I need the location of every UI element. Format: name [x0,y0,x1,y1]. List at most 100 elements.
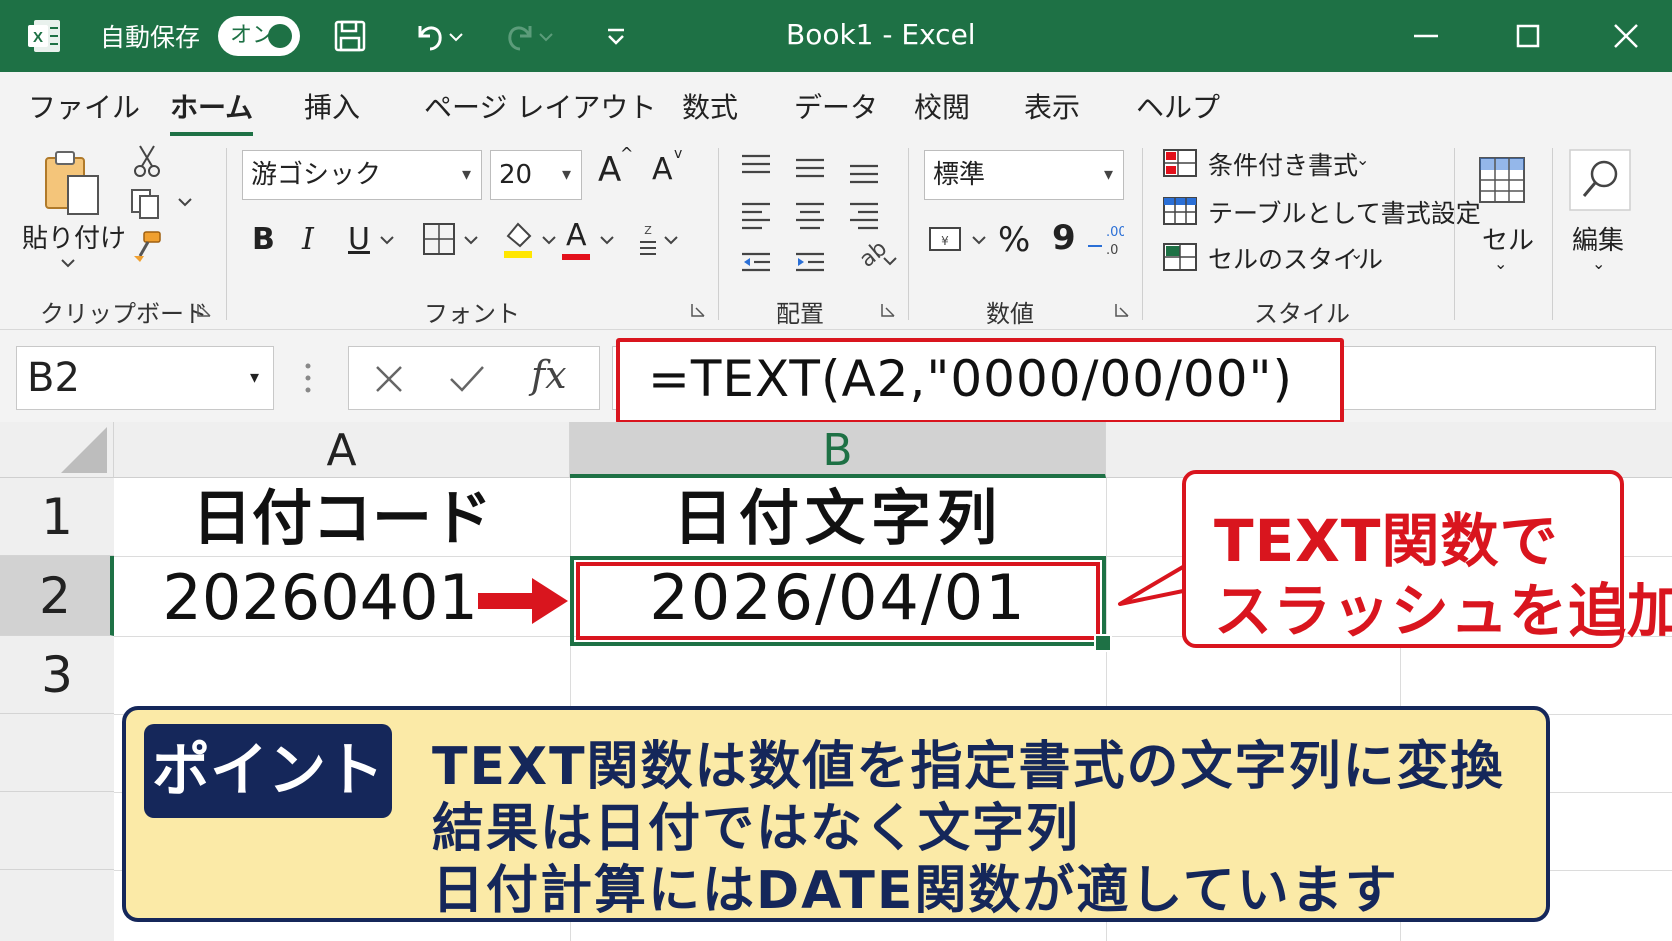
font-color-button[interactable]: A [566,218,587,253]
chevron-down-icon: ⌄ [1350,244,1364,263]
number-launcher-icon[interactable] [1114,302,1130,318]
percent-button[interactable]: % [998,220,1030,260]
minimize-icon[interactable] [1404,14,1448,58]
cancel-entry-icon[interactable] [371,361,407,397]
accounting-dropdown-icon[interactable] [970,234,988,248]
point-badge: ポイント [144,724,392,818]
row-header-4[interactable] [0,714,114,792]
accounting-format-icon[interactable]: ¥ [928,224,964,254]
tab-help[interactable]: ヘルプ [1136,86,1220,126]
fill-color-dropdown-icon[interactable] [540,234,558,248]
alignment-launcher-icon[interactable] [880,302,896,318]
close-icon[interactable] [1604,14,1648,58]
cells-icon[interactable] [1472,150,1532,210]
formula-text[interactable]: =TEXT(A2,"0000/00/00") [648,350,1293,408]
point-box: ポイント TEXT関数は数値を指定書式の文字列に変換 結果は日付ではなく文字列 … [122,706,1550,922]
name-box[interactable]: B2 ▾ [16,346,274,410]
select-all-button[interactable] [0,422,114,478]
maximize-icon[interactable] [1506,14,1550,58]
tab-formulas[interactable]: 数式 [682,86,738,126]
cell-b1[interactable]: 日付文字列 [570,482,1106,556]
italic-button[interactable]: I [302,222,314,257]
font-size-combo[interactable]: 20 ▾ [490,150,582,200]
row-header-5[interactable] [0,792,114,870]
cell-styles-icon[interactable] [1162,242,1198,272]
chevron-down-icon: ⌄ [1494,254,1508,273]
paste-icon[interactable] [40,148,104,218]
autosave-toggle[interactable]: オン [218,16,300,56]
tab-insert[interactable]: 挿入 [304,86,360,126]
styles-group-label: スタイル [1254,300,1350,328]
grow-font-caret-icon: ^ [620,144,634,163]
tab-view[interactable]: 表示 [1024,86,1080,126]
shrink-font-caret-icon: v [674,146,683,162]
borders-dropdown-icon[interactable] [462,234,480,248]
column-header-b[interactable]: B [570,422,1106,478]
fill-handle[interactable] [1094,634,1112,652]
paste-dropdown-icon[interactable] [58,256,78,272]
conditional-formatting-icon[interactable] [1162,148,1198,178]
phonetic-dropdown-icon[interactable] [662,234,680,248]
row-header-3[interactable]: 3 [0,636,114,714]
editing-button[interactable]: 編集 [1572,220,1624,257]
bold-button[interactable]: B [252,222,275,257]
title-bar: X 自動保存 オン Book1 - Excel [0,0,1672,72]
tab-file[interactable]: ファイル [28,86,140,126]
cell-a2[interactable]: 20260401 [114,556,484,636]
copy-icon[interactable] [128,186,164,222]
cell-a1[interactable]: 日付コード [114,482,570,556]
confirm-entry-icon[interactable] [447,361,487,397]
search-icon[interactable] [1568,148,1632,212]
row-header-6[interactable] [0,870,114,941]
font-color-dropdown-icon[interactable] [598,234,616,248]
increase-decimal-icon[interactable]: .00 .0 [1084,220,1124,260]
customize-toolbar-icon[interactable] [596,16,636,56]
font-launcher-icon[interactable] [690,302,706,318]
active-cell-highlight [576,562,1100,640]
svg-text:.0: .0 [1106,243,1118,258]
undo-dropdown-icon[interactable] [446,16,466,56]
row-header-1[interactable]: 1 [0,478,114,556]
underline-dropdown-icon[interactable] [378,234,396,248]
shrink-font-button[interactable]: A [652,152,673,187]
autosave-label: 自動保存 [100,23,201,52]
svg-text:X: X [33,29,43,46]
insert-function-button[interactable]: fx [531,353,567,397]
cells-button[interactable]: セル [1482,220,1534,257]
name-box-value: B2 [27,355,80,401]
grow-font-button[interactable]: A [598,150,621,190]
ribbon: 貼り付け クリップボード 游ゴシック ▾ 20 ▾ A ^ A v B I U [0,138,1672,330]
tab-data[interactable]: データ [794,86,878,126]
number-format-value: 標準 [933,160,986,190]
number-format-combo[interactable]: 標準 ▾ [924,150,1124,200]
tab-review[interactable]: 校閲 [914,86,970,126]
redo-icon[interactable] [500,16,540,56]
font-name-combo[interactable]: 游ゴシック ▾ [242,150,482,200]
row-header-2[interactable]: 2 [0,556,114,636]
chevron-down-icon: ▾ [249,367,259,388]
underline-button[interactable]: U [348,222,370,257]
tab-page-layout[interactable]: ページ レイアウト [424,86,656,126]
comma-style-button[interactable]: 9 [1052,218,1076,258]
format-as-table-button[interactable]: テーブルとして書式設定 [1208,194,1481,230]
fill-color-icon[interactable] [500,218,536,260]
chevron-down-icon: ▾ [561,164,571,185]
tab-home[interactable]: ホーム [170,86,254,136]
format-as-table-icon[interactable] [1162,196,1198,226]
clipboard-launcher-icon[interactable] [196,302,212,318]
cut-icon[interactable] [130,144,164,178]
group-separator [718,148,719,320]
undo-icon[interactable] [410,16,450,56]
borders-icon[interactable] [420,220,458,258]
phonetic-guide-icon[interactable]: Z [636,222,660,258]
paste-button[interactable]: 貼り付け [22,218,126,255]
alignment-buttons-icon[interactable]: ab [740,152,900,282]
save-icon[interactable] [330,16,370,56]
format-painter-icon[interactable] [130,230,164,264]
copy-dropdown-icon[interactable] [176,196,194,210]
formula-bar-grip-icon[interactable] [304,358,312,398]
column-header-a[interactable]: A [114,422,570,478]
window-title: Book1 - Excel [786,18,976,51]
conditional-formatting-button[interactable]: 条件付き書式 [1208,146,1358,182]
redo-dropdown-icon[interactable] [536,16,556,56]
